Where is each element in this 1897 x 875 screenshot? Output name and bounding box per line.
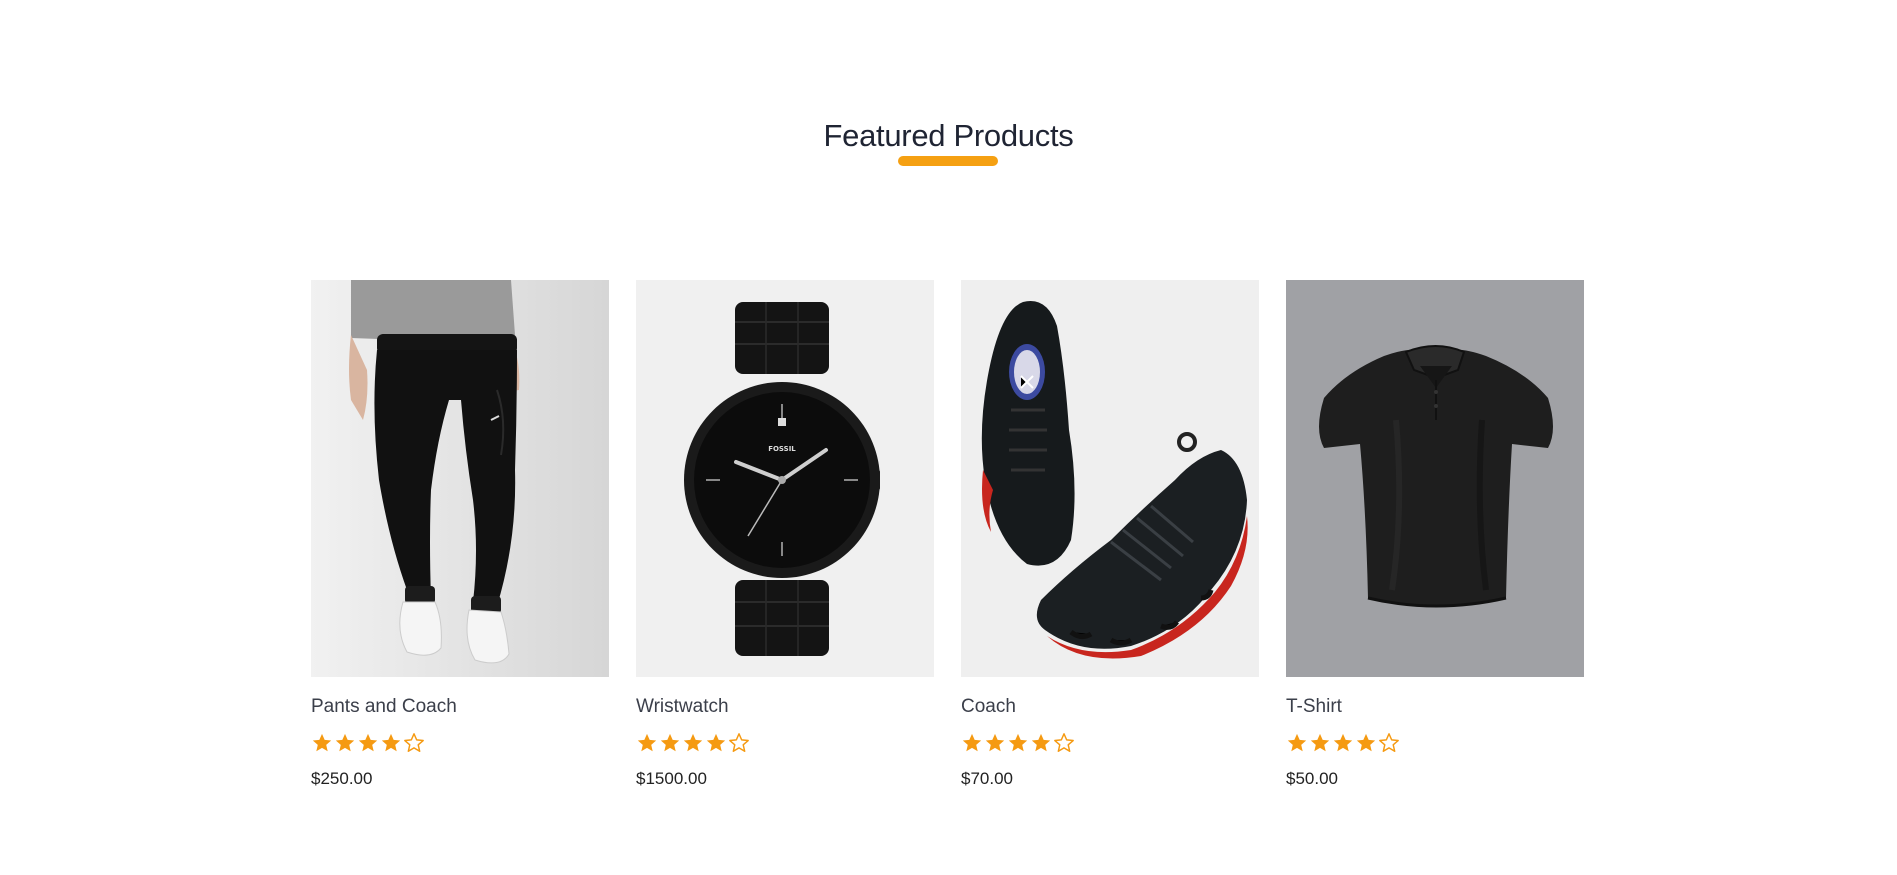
title-underline (898, 156, 998, 166)
svg-text:FOSSIL: FOSSIL (768, 445, 796, 453)
product-price: $50.00 (1286, 769, 1338, 788)
star-filled-icon (1287, 733, 1307, 752)
black-sneakers-image (961, 280, 1259, 677)
featured-products-page: Featured Products Pants and Coach $250.0… (0, 0, 1897, 875)
star-filled-icon (358, 733, 378, 752)
star-filled-icon (335, 733, 355, 752)
section-title: Featured Products (823, 118, 1074, 153)
product-rating (311, 731, 426, 755)
product-price: $250.00 (311, 769, 373, 788)
product-image[interactable] (961, 280, 1259, 677)
star-filled-icon (1310, 733, 1330, 752)
star-filled-icon (660, 733, 680, 752)
product-rating (961, 731, 1076, 755)
product-price: $70.00 (961, 769, 1013, 788)
star-filled-icon (985, 733, 1005, 752)
black-polo-shirt-image (1286, 280, 1584, 677)
star-filled-icon (637, 733, 657, 752)
star-filled-icon (683, 733, 703, 752)
product-rating (636, 731, 751, 755)
star-filled-icon (312, 733, 332, 752)
product-price: $1500.00 (636, 769, 707, 788)
product-card-wristwatch[interactable]: FOSSIL Wristwatch $1500.00 (636, 280, 934, 800)
black-wristwatch-image: FOSSIL (636, 280, 934, 677)
star-filled-icon (1008, 733, 1028, 752)
product-card-coach[interactable]: Coach $70.00 (961, 280, 1259, 800)
product-image[interactable] (311, 280, 609, 677)
product-grid: Pants and Coach $250.00 FOSSIL Wristwatc… (311, 280, 1587, 800)
star-filled-icon (381, 733, 401, 752)
star-filled-icon (962, 733, 982, 752)
product-name[interactable]: Coach (961, 694, 1016, 720)
black-jogger-pants-image (311, 280, 609, 677)
product-rating (1286, 731, 1401, 755)
star-filled-icon (1333, 733, 1353, 752)
star-empty-icon (729, 733, 749, 752)
product-card-pants[interactable]: Pants and Coach $250.00 (311, 280, 609, 800)
product-name[interactable]: Wristwatch (636, 694, 729, 720)
star-filled-icon (1031, 733, 1051, 752)
product-name[interactable]: Pants and Coach (311, 694, 457, 720)
product-image[interactable]: FOSSIL (636, 280, 934, 677)
product-image[interactable] (1286, 280, 1584, 677)
star-empty-icon (1379, 733, 1399, 752)
star-filled-icon (1356, 733, 1376, 752)
star-empty-icon (404, 733, 424, 752)
product-name[interactable]: T-Shirt (1286, 694, 1342, 720)
star-empty-icon (1054, 733, 1074, 752)
product-card-tshirt[interactable]: T-Shirt $50.00 (1286, 280, 1584, 800)
star-filled-icon (706, 733, 726, 752)
